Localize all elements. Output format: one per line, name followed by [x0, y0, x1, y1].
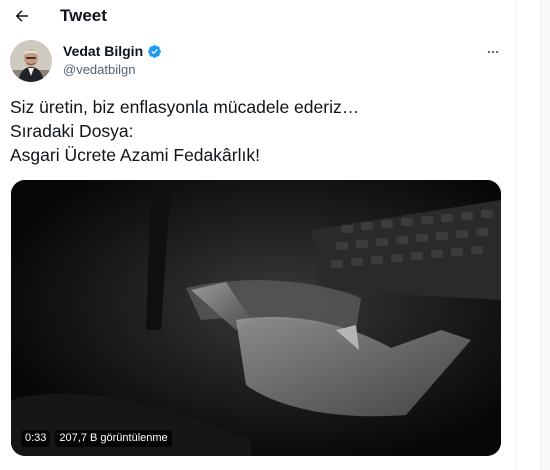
tweet-detail-column: Tweet Vedat Bilgin @vedatbilgn Siz üreti… — [0, 0, 516, 470]
sidebar-card-edge — [540, 0, 550, 470]
tweet-text-line: Asgari Ücrete Azami Fedakârlık! — [10, 145, 260, 165]
tweet-text-line: Sıradaki Dosya: — [10, 121, 134, 141]
video-player[interactable]: 0:33 207,7 B görüntülenme — [11, 180, 501, 456]
page-title: Tweet — [60, 6, 107, 25]
tweet-text: Siz üretin, biz enflasyonla mücadele ede… — [10, 95, 500, 167]
video-duration: 0:33 — [21, 430, 51, 447]
video-frame — [11, 180, 501, 456]
back-button[interactable] — [8, 2, 36, 30]
video-badges: 0:33 207,7 B görüntülenme — [21, 430, 172, 447]
author-handle[interactable]: @vedatbilgn — [63, 62, 135, 77]
more-options-button[interactable] — [482, 42, 504, 62]
author-name[interactable]: Vedat Bilgin — [63, 43, 143, 59]
top-bar: Tweet — [0, 0, 516, 34]
avatar-image — [10, 40, 52, 82]
avatar[interactable] — [10, 40, 52, 82]
author-name-row[interactable]: Vedat Bilgin — [63, 43, 162, 59]
video-view-count: 207,7 B görüntülenme — [55, 430, 172, 447]
tweet-text-line: Siz üretin, biz enflasyonla mücadele ede… — [10, 97, 360, 117]
arrow-left-icon — [15, 10, 28, 22]
more-horizontal-icon — [487, 50, 499, 54]
verified-badge-icon — [148, 44, 162, 58]
